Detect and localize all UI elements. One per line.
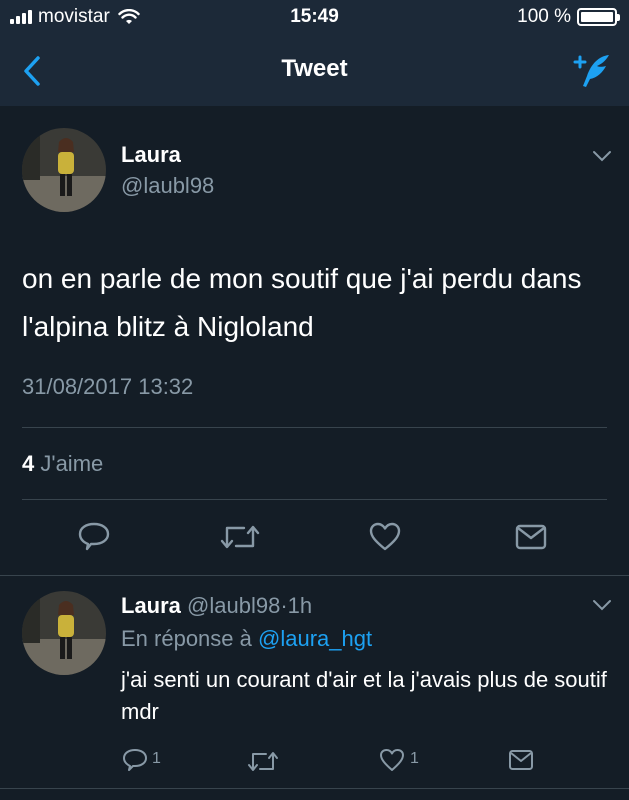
author-handle[interactable]: @laubl98 bbox=[121, 173, 214, 199]
reply-author-name[interactable]: Laura bbox=[121, 593, 181, 618]
battery-icon bbox=[577, 8, 620, 26]
reply-icon[interactable] bbox=[77, 520, 111, 554]
like-count: 1 bbox=[410, 750, 419, 767]
retweet-icon[interactable] bbox=[218, 520, 262, 554]
retweet-icon[interactable] bbox=[245, 747, 281, 775]
share-icon[interactable] bbox=[514, 521, 548, 553]
divider bbox=[22, 499, 607, 500]
page-title: Tweet bbox=[281, 55, 348, 82]
avatar[interactable] bbox=[22, 591, 106, 675]
tweet-text: on en parle de mon soutif que j'ai perdu… bbox=[22, 263, 582, 342]
likes-label: J'aime bbox=[40, 451, 104, 476]
like-icon[interactable] bbox=[378, 746, 406, 774]
reply-author-handle[interactable]: @laubl98 bbox=[187, 593, 280, 618]
compose-tweet-icon[interactable] bbox=[569, 52, 613, 90]
reply-text: j'ai senti un courant d'air et la j'avai… bbox=[121, 667, 607, 724]
author-name[interactable]: Laura bbox=[121, 142, 181, 168]
in-reply-to-label: En réponse à bbox=[121, 626, 252, 651]
tweet-timestamp: 31/08/2017 13:32 bbox=[22, 374, 194, 399]
reply-time-separator: · bbox=[280, 593, 288, 618]
nav-bar: Tweet bbox=[0, 34, 629, 106]
chevron-down-icon[interactable] bbox=[591, 149, 613, 163]
chevron-down-icon[interactable] bbox=[591, 598, 613, 612]
like-icon[interactable] bbox=[368, 520, 402, 554]
reply-mention-link[interactable]: @laura_hgt bbox=[258, 626, 372, 651]
battery-level bbox=[581, 12, 613, 22]
reply-header: Laura @laubl98·1h bbox=[121, 593, 312, 619]
share-icon[interactable] bbox=[507, 747, 535, 773]
battery-percent: 100 % bbox=[517, 6, 571, 27]
reply-icon[interactable] bbox=[121, 746, 149, 774]
in-reply-to: En réponse à @laura_hgt bbox=[121, 626, 372, 652]
status-bar: movistar 15:49 100 % bbox=[0, 0, 629, 34]
reply-time: 1h bbox=[287, 593, 313, 618]
likes-count: 4 bbox=[22, 451, 35, 476]
avatar[interactable] bbox=[22, 128, 106, 212]
divider bbox=[22, 427, 607, 428]
status-right: 100 % bbox=[517, 6, 620, 28]
reply-count: 1 bbox=[152, 750, 161, 767]
section-divider bbox=[0, 575, 629, 576]
divider bbox=[0, 788, 629, 789]
likes-count-row[interactable]: 4 J'aime bbox=[22, 451, 103, 477]
